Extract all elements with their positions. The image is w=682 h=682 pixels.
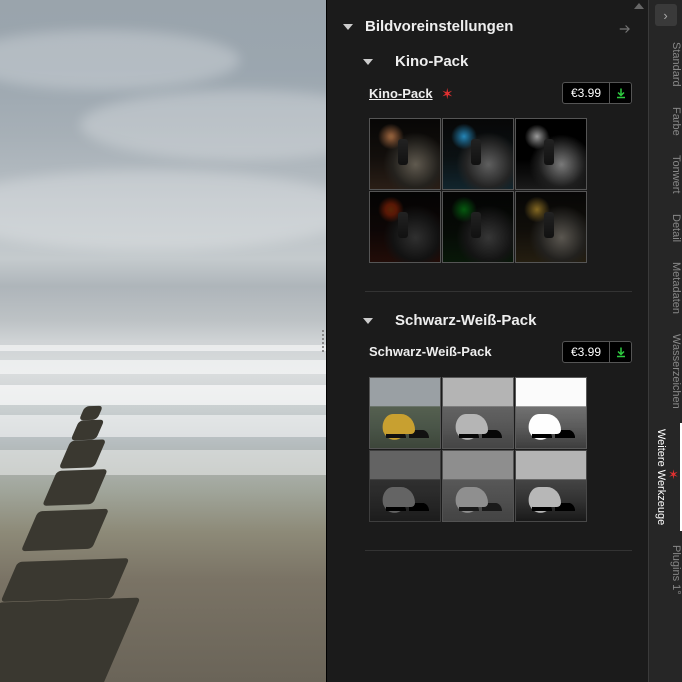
image-preview [0, 0, 326, 682]
preset-thumb[interactable] [515, 450, 587, 522]
decorative-wave [0, 360, 326, 374]
decorative-cloud [0, 30, 240, 90]
preset-thumb[interactable] [442, 450, 514, 522]
divider [365, 550, 632, 551]
download-button[interactable] [609, 82, 631, 104]
price-label: €3.99 [563, 345, 609, 359]
pin-icon[interactable] [618, 22, 632, 39]
presets-panel[interactable]: Bildvoreinstellungen Kino-Pack Kino-Pack… [326, 0, 648, 682]
tab-tonwert[interactable]: Tonwert [649, 145, 682, 204]
divider [365, 291, 632, 292]
collapse-panel-button[interactable]: › [655, 4, 677, 26]
preset-thumb[interactable] [515, 377, 587, 449]
section-header-bildvoreinstellungen[interactable]: Bildvoreinstellungen [337, 0, 638, 43]
preset-thumbnails-kino [337, 118, 638, 281]
decorative-wave [0, 415, 326, 437]
pack-header-label: Schwarz-Weiß-Pack [395, 312, 536, 329]
pack-header-label: Kino-Pack [395, 53, 468, 70]
tab-detail[interactable]: Detail [649, 204, 682, 252]
decorative-wave [0, 450, 326, 475]
decorative-rock [21, 509, 109, 551]
chevron-down-icon[interactable] [363, 318, 373, 324]
preset-thumb[interactable] [369, 118, 441, 190]
preset-thumb[interactable] [442, 118, 514, 190]
decorative-cloud [80, 90, 326, 160]
pack-name-link[interactable]: Kino-Pack [369, 86, 433, 101]
chevron-down-icon[interactable] [363, 59, 373, 65]
sidebar-tabs: › Standard Farbe Tonwert Detail Metadate… [648, 0, 682, 682]
pack-header-kino[interactable]: Kino-Pack [337, 43, 638, 76]
preset-thumb[interactable] [369, 450, 441, 522]
price-label: €3.99 [563, 86, 609, 100]
preset-thumb[interactable] [369, 377, 441, 449]
decorative-cloud [0, 170, 326, 250]
preset-thumb[interactable] [369, 191, 441, 263]
chevron-right-icon: › [663, 8, 667, 23]
decorative-rock [1, 558, 130, 602]
tab-farbe[interactable]: Farbe [649, 97, 682, 146]
tab-weitere-werkzeuge[interactable]: ✶ Weitere Werkzeuge [649, 419, 682, 535]
star-icon: ✶ [667, 429, 682, 523]
tab-standard[interactable]: Standard [649, 32, 682, 97]
section-title: Bildvoreinstellungen [365, 18, 513, 35]
price-box: €3.99 [562, 341, 632, 363]
decorative-wave [0, 345, 326, 351]
preset-thumb[interactable] [515, 118, 587, 190]
pack-header-bw[interactable]: Schwarz-Weiß-Pack [337, 302, 638, 335]
tab-plugins[interactable]: Plugins 1° [649, 535, 682, 605]
decorative-rock [0, 598, 140, 682]
pack-row-kino: Kino-Pack ✶ €3.99 [337, 76, 638, 118]
tab-wasserzeichen[interactable]: Wasserzeichen [649, 324, 682, 419]
preset-thumb[interactable] [515, 191, 587, 263]
tab-metadaten[interactable]: Metadaten [649, 252, 682, 324]
star-icon: ✶ [441, 86, 454, 103]
chevron-down-icon[interactable] [343, 24, 353, 30]
price-box: €3.99 [562, 82, 632, 104]
download-button[interactable] [609, 341, 631, 363]
preset-thumb[interactable] [442, 377, 514, 449]
pack-name-label: Schwarz-Weiß-Pack [369, 344, 492, 359]
preset-thumbnails-bw [337, 377, 638, 540]
pack-row-bw: Schwarz-Weiß-Pack €3.99 [337, 335, 638, 377]
decorative-wave [0, 385, 326, 405]
preset-thumb[interactable] [442, 191, 514, 263]
